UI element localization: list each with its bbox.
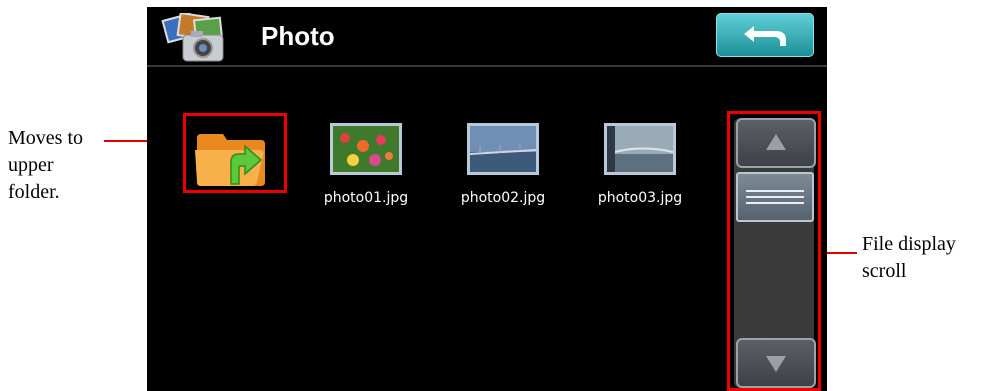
photo-camera-icon (161, 12, 227, 63)
scroll-down-button[interactable] (736, 338, 816, 388)
grip-lines-icon (746, 202, 804, 204)
file-name: photo02.jpg (460, 190, 546, 206)
triangle-up-icon (766, 134, 786, 150)
upper-folder-highlight (183, 113, 287, 193)
annotation-leader-upper (104, 140, 148, 142)
file-item-photo02[interactable]: photo02.jpg (453, 120, 553, 214)
file-item-photo01[interactable]: photo01.jpg (316, 120, 416, 214)
annotation-scroll: File display scroll (862, 231, 956, 285)
title-bar: Photo (147, 7, 827, 67)
back-arrow-icon (744, 26, 786, 46)
thumbnail-photo01 (330, 123, 402, 175)
thumbnail-photo03 (604, 123, 676, 175)
scroll-up-button[interactable] (736, 118, 816, 168)
annotation-leader-scroll (827, 252, 857, 254)
scroll-thumb[interactable] (736, 172, 814, 222)
grip-lines-icon (746, 190, 804, 192)
file-scrollbar (727, 111, 821, 391)
grip-lines-icon (746, 196, 804, 198)
thumbnail-photo02 (467, 123, 539, 175)
triangle-down-icon (766, 356, 786, 372)
scroll-track[interactable] (734, 118, 816, 388)
annotation-line: upper (8, 154, 54, 176)
file-name: photo01.jpg (323, 190, 409, 206)
annotation-line: folder. (8, 181, 60, 203)
page-title: Photo (261, 21, 335, 51)
annotation-line: Moves to (8, 127, 83, 149)
file-item-photo03[interactable]: photo03.jpg (590, 120, 690, 214)
annotation-line: File display (862, 233, 956, 255)
back-button[interactable] (716, 13, 814, 57)
annotation-upper-folder: Moves to upper folder. (8, 125, 83, 206)
annotation-line: scroll (862, 260, 907, 282)
device-screen: Photo photo01.jpg photo02.jpg photo03.jp… (147, 7, 827, 391)
file-name: photo03.jpg (597, 190, 683, 206)
